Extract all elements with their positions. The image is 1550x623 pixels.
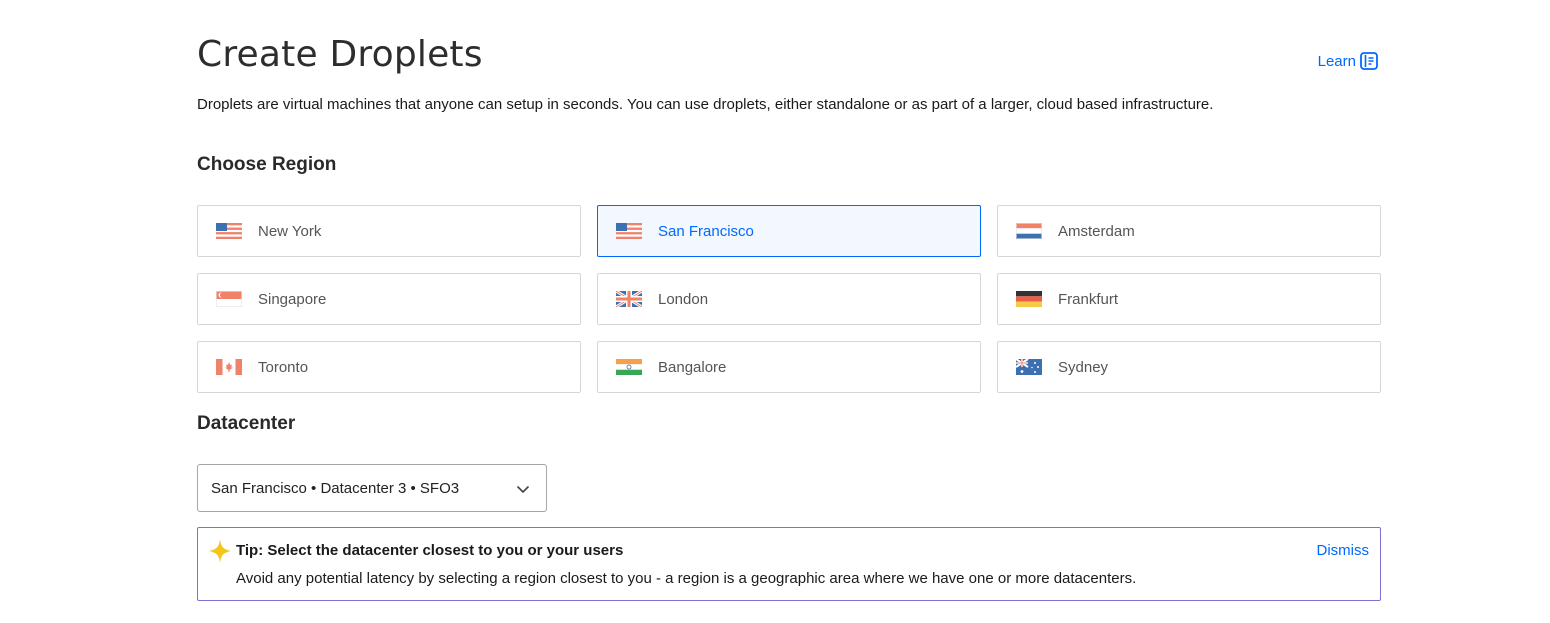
region-label: San Francisco: [658, 222, 754, 240]
region-card-london[interactable]: London: [597, 273, 981, 325]
region-card-toronto[interactable]: Toronto: [197, 341, 581, 393]
uk-flag-icon: [616, 291, 642, 307]
tip-box: Tip: Select the datacenter closest to yo…: [197, 527, 1381, 601]
tip-body: Avoid any potential latency by selecting…: [236, 570, 1137, 587]
page-title: Create Droplets: [197, 34, 483, 75]
learn-link[interactable]: Learn: [1318, 52, 1378, 70]
region-label: New York: [258, 222, 322, 240]
region-card-singapore[interactable]: Singapore: [197, 273, 581, 325]
region-label: Singapore: [258, 290, 327, 308]
datacenter-section-title: Datacenter: [197, 413, 296, 434]
region-card-frankfurt[interactable]: Frankfurt: [997, 273, 1381, 325]
region-card-new-york[interactable]: New York: [197, 205, 581, 257]
region-label: Amsterdam: [1058, 222, 1135, 240]
us-flag-icon: [616, 223, 642, 239]
sg-flag-icon: [216, 291, 242, 307]
dismiss-button[interactable]: Dismiss: [1317, 542, 1370, 559]
region-label: Bangalore: [658, 358, 727, 376]
book-icon: [1360, 52, 1378, 70]
de-flag-icon: [1016, 291, 1042, 307]
page-description: Droplets are virtual machines that anyon…: [197, 96, 1214, 113]
ca-flag-icon: [216, 359, 242, 375]
chevron-down-icon: [516, 482, 530, 501]
tip-title: Tip: Select the datacenter closest to yo…: [236, 542, 624, 559]
datacenter-select-value: San Francisco • Datacenter 3 • SFO3: [211, 479, 460, 497]
region-label: London: [658, 290, 709, 308]
region-label: Sydney: [1058, 358, 1109, 376]
region-section-title: Choose Region: [197, 154, 337, 175]
region-label: Toronto: [258, 358, 309, 376]
datacenter-select[interactable]: San Francisco • Datacenter 3 • SFO3: [197, 464, 547, 512]
au-flag-icon: [1016, 359, 1042, 375]
nl-flag-icon: [1016, 223, 1042, 239]
learn-label: Learn: [1317, 52, 1356, 70]
region-card-san-francisco[interactable]: San Francisco: [597, 205, 981, 257]
region-label: Frankfurt: [1058, 290, 1119, 308]
us-flag-icon: [216, 223, 242, 239]
region-card-sydney[interactable]: Sydney: [997, 341, 1381, 393]
in-flag-icon: [616, 359, 642, 375]
region-card-amsterdam[interactable]: Amsterdam: [997, 205, 1381, 257]
region-card-bangalore[interactable]: Bangalore: [597, 341, 981, 393]
region-grid: New York San Francisco Amsterdam Singapo…: [197, 205, 1381, 393]
sparkle-icon: [208, 538, 232, 569]
